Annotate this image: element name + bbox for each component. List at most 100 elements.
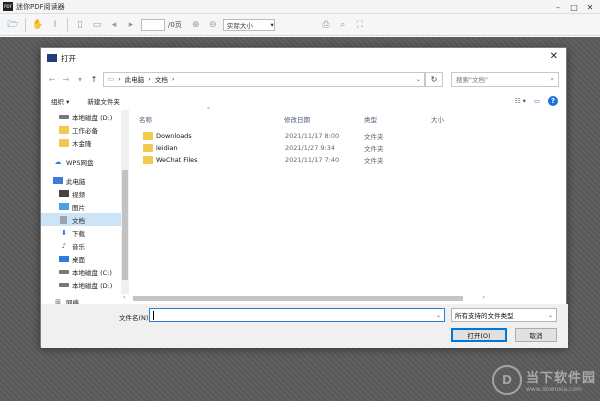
dialog-close-button[interactable]: ✕ bbox=[550, 51, 558, 62]
print-icon[interactable]: ⎙ bbox=[319, 18, 333, 32]
file-name: Downloads bbox=[143, 132, 192, 140]
refresh-button[interactable]: ↻ bbox=[425, 71, 443, 87]
sidebar-item[interactable]: 视频 bbox=[41, 187, 121, 200]
file-row[interactable]: WeChat Files 2021/11/17 7:40 文件夹 bbox=[131, 154, 471, 166]
breadcrumb-separator: › bbox=[118, 75, 121, 83]
nav-scrollbar-thumb[interactable] bbox=[122, 170, 128, 280]
file-name-label: leidian bbox=[156, 144, 178, 152]
folder-icon bbox=[59, 138, 69, 147]
column-date[interactable]: 修改日期 bbox=[284, 114, 310, 124]
address-bar[interactable]: ▭ › 此电脑 › 文档 › ⌄ bbox=[103, 71, 425, 87]
help-icon[interactable]: ? bbox=[548, 96, 558, 106]
search-placeholder: 搜索"文档" bbox=[456, 76, 488, 84]
scroll-right-icon[interactable]: › bbox=[483, 294, 485, 301]
file-row[interactable]: Downloads 2021/11/17 8:00 文件夹 bbox=[131, 130, 471, 142]
sidebar-item[interactable]: 文档 bbox=[41, 213, 121, 226]
sidebar-item[interactable]: 图片 bbox=[41, 200, 121, 213]
cancel-button[interactable]: 取消 bbox=[515, 328, 557, 342]
view-options-icon[interactable]: ☷ ▾ bbox=[515, 97, 526, 105]
window-controls: – □ ✕ bbox=[550, 1, 598, 13]
maximize-button[interactable]: □ bbox=[566, 1, 582, 13]
zoom-out-icon[interactable]: ⊖ bbox=[206, 18, 220, 32]
forward-icon[interactable]: → bbox=[61, 75, 71, 84]
sidebar-item[interactable]: 木金隆 bbox=[41, 136, 121, 149]
dialog-title: 打开 bbox=[61, 53, 76, 63]
back-icon[interactable]: ← bbox=[47, 75, 57, 84]
breadcrumb-this-pc[interactable]: 此电脑 bbox=[125, 74, 145, 84]
sidebar-item-label: 本地磁盘 (D:) bbox=[72, 113, 113, 122]
page-number-input[interactable] bbox=[141, 18, 165, 31]
single-page-icon[interactable]: ▯ bbox=[73, 18, 87, 32]
zoom-select[interactable]: 实际大小 ▾ bbox=[222, 18, 275, 31]
sidebar-item[interactable]: ⊞ 网络 bbox=[41, 295, 121, 305]
cloud-icon: ☁ bbox=[54, 157, 62, 166]
hand-tool-icon[interactable]: ✋ bbox=[31, 18, 45, 32]
sidebar-item[interactable]: 工作必备 bbox=[41, 123, 121, 136]
chevron-down-icon[interactable]: ⌄ bbox=[416, 76, 421, 83]
watermark-logo-icon: D bbox=[491, 365, 522, 395]
text-select-icon[interactable]: I bbox=[48, 18, 62, 32]
breadcrumb-separator: › bbox=[171, 75, 175, 83]
close-button[interactable]: ✕ bbox=[582, 1, 598, 13]
preview-pane-icon[interactable]: ▭ bbox=[534, 97, 540, 105]
next-page-icon[interactable]: ▸ bbox=[124, 18, 138, 32]
file-row[interactable]: leidian 2021/1/27 9:34 文件夹 bbox=[131, 142, 471, 154]
sidebar-item[interactable]: ☁ WPS网盘 bbox=[41, 155, 121, 168]
sidebar-item[interactable]: 本地磁盘 (D:) bbox=[41, 278, 121, 291]
sidebar-item-label: 图片 bbox=[72, 203, 85, 212]
double-page-icon[interactable]: ▭ bbox=[90, 18, 104, 32]
column-headers: ⌃ 名称 修改日期 类型 大小 bbox=[131, 107, 568, 128]
folder-icon bbox=[59, 125, 69, 134]
breadcrumb-documents[interactable]: 文档 bbox=[155, 74, 168, 84]
toolbar-separator bbox=[67, 17, 68, 32]
minimize-button[interactable]: – bbox=[550, 1, 566, 13]
sidebar-item[interactable]: 此电脑 bbox=[41, 174, 121, 187]
chevron-down-icon[interactable]: ⌄ bbox=[436, 312, 441, 319]
app-titlebar: PDF 迷你PDF阅读器 – □ ✕ bbox=[0, 0, 600, 14]
navigation-pane: 本地磁盘 (D:) 工作必备 木金隆 ☁ WPS网盘 此电脑 视频 图片 文档 ⬇ 下载 ♪ 音乐 桌面本… bbox=[41, 110, 129, 304]
folder-icon bbox=[143, 144, 153, 152]
column-type[interactable]: 类型 bbox=[364, 114, 377, 124]
prev-page-icon[interactable]: ◂ bbox=[107, 18, 121, 32]
search-icon[interactable]: ⌕ bbox=[336, 18, 350, 32]
dialog-titlebar: 打开 bbox=[41, 48, 566, 68]
sidebar-item[interactable]: ♪ 音乐 bbox=[41, 239, 121, 252]
search-icon: ⌕ bbox=[550, 74, 554, 83]
zoom-in-icon[interactable]: ⊕ bbox=[189, 18, 203, 32]
app-logo: PDF bbox=[3, 2, 13, 11]
breadcrumb-separator: › bbox=[148, 75, 151, 83]
dialog-app-icon bbox=[47, 54, 57, 62]
new-folder-button[interactable]: 新建文件夹 bbox=[87, 96, 120, 106]
column-name[interactable]: 名称 bbox=[139, 114, 152, 124]
folder-icon bbox=[143, 156, 153, 164]
filetype-select[interactable]: 所有支持的文件类型 ⌄ bbox=[451, 308, 557, 322]
open-button[interactable]: 打开(O) bbox=[451, 328, 507, 342]
sidebar-item-label: WPS网盘 bbox=[66, 158, 94, 167]
sidebar-item[interactable]: ⬇ 下载 bbox=[41, 226, 121, 239]
sidebar-item-label: 文档 bbox=[72, 216, 85, 225]
chevron-down-icon: ▾ bbox=[270, 20, 274, 29]
download-icon: ⬇ bbox=[61, 228, 67, 237]
sidebar-item[interactable]: 本地磁盘 (D:) bbox=[41, 110, 121, 123]
filename-label: 文件名(N): bbox=[119, 314, 151, 322]
horizontal-scrollbar[interactable]: ‹ › bbox=[123, 294, 485, 302]
up-icon[interactable]: ↑ bbox=[89, 75, 99, 84]
page-total: /0页 bbox=[168, 20, 182, 29]
organize-menu[interactable]: 组织 ▾ bbox=[51, 96, 69, 106]
address-row: ← → ▾ ↑ ▭ › 此电脑 › 文档 › ⌄ ↻ 搜索"文档" ⌕ bbox=[41, 70, 568, 88]
scroll-left-icon[interactable]: ‹ bbox=[123, 294, 125, 301]
recent-dropdown-icon[interactable]: ▾ bbox=[75, 75, 85, 84]
file-date: 2021/1/27 9:34 bbox=[285, 144, 335, 152]
sidebar-item[interactable]: 桌面 bbox=[41, 252, 121, 265]
file-name-label: WeChat Files bbox=[156, 156, 198, 164]
horizontal-scrollbar-thumb[interactable] bbox=[133, 296, 463, 301]
column-size[interactable]: 大小 bbox=[431, 114, 444, 124]
file-list: ⌃ 名称 修改日期 类型 大小 Downloads 2021/11/17 8:00… bbox=[131, 107, 568, 294]
open-folder-icon[interactable]: 🗁 bbox=[6, 18, 20, 32]
sidebar-item[interactable]: 本地磁盘 (C:) bbox=[41, 265, 121, 278]
file-name: leidian bbox=[143, 144, 178, 152]
fullscreen-icon[interactable]: ⛶ bbox=[353, 18, 367, 32]
search-input[interactable]: 搜索"文档" ⌕ bbox=[451, 71, 559, 87]
filename-input[interactable]: ⌄ bbox=[149, 308, 445, 322]
nav-scrollbar[interactable] bbox=[121, 110, 129, 294]
